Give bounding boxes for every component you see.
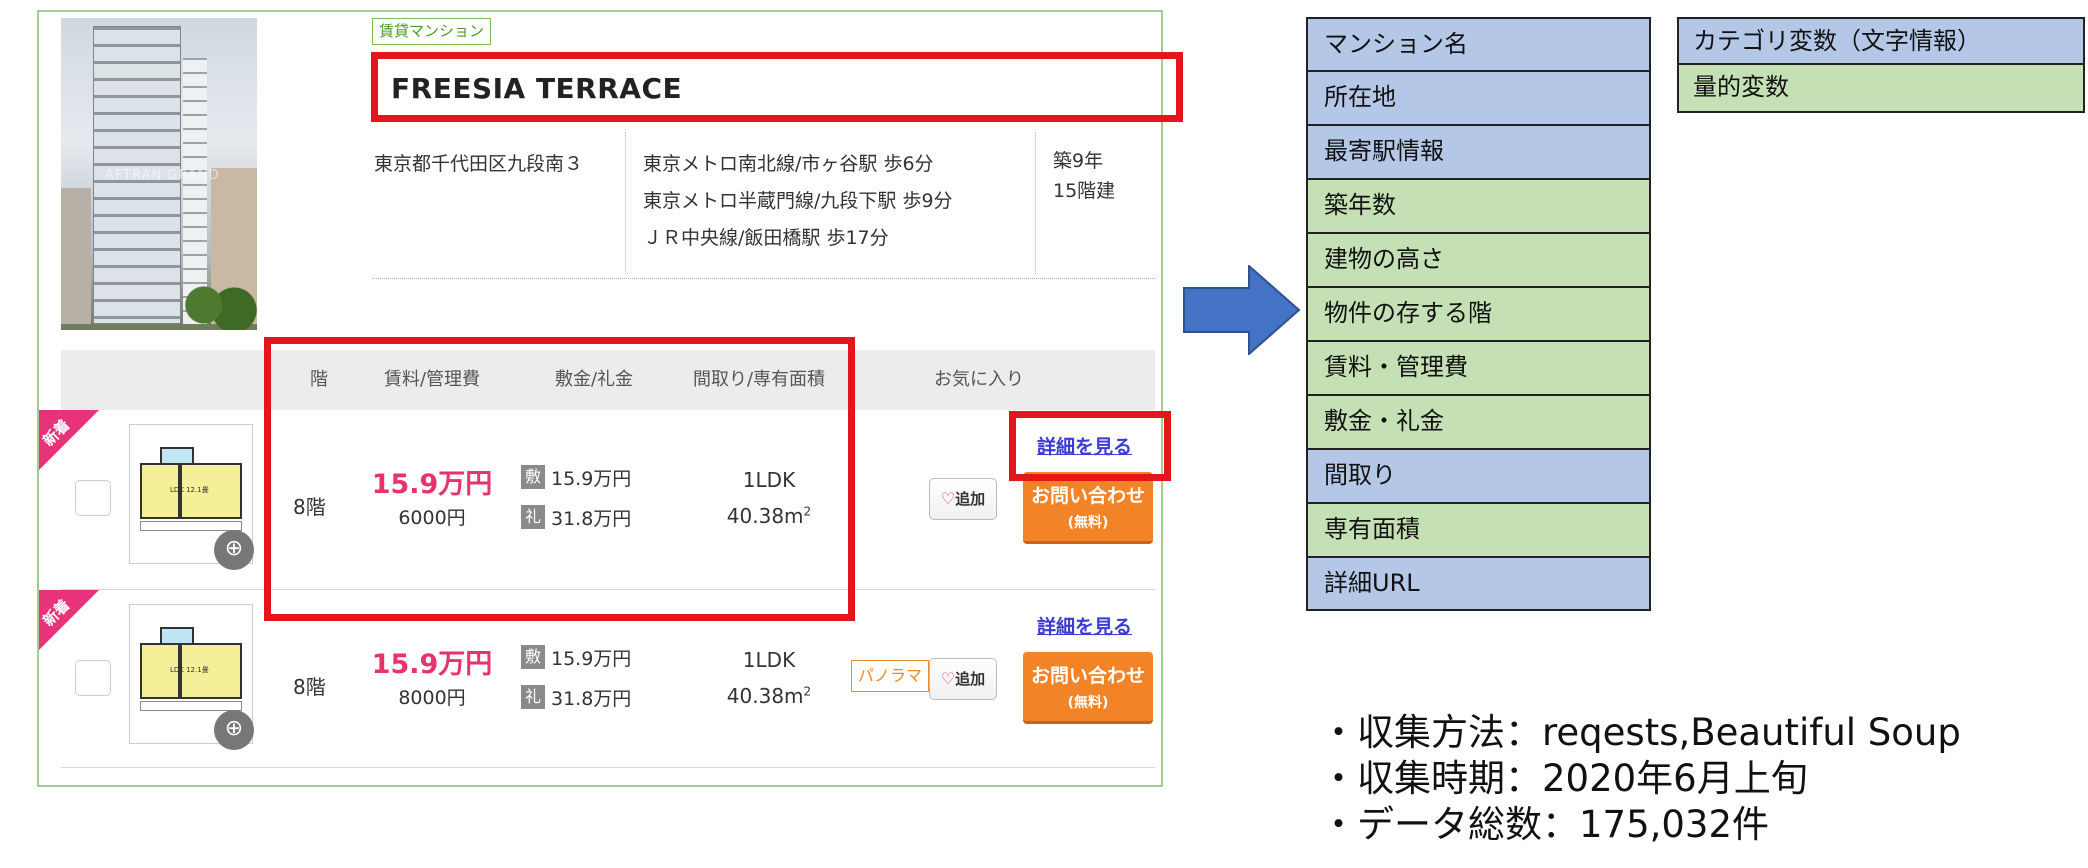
building-age: 築9年	[1053, 150, 1104, 172]
add-favorite-label: 追加	[955, 490, 986, 508]
building-info: 築9年 15階建	[1053, 146, 1115, 206]
add-favorite-button[interactable]: ♡追加	[929, 658, 997, 700]
divider	[372, 278, 1155, 279]
station-info: 東京メトロ南北線/市ヶ谷駅 歩6分	[643, 153, 934, 175]
collection-notes: ・収集方法：reqests,Beautiful Soup ・収集時期：2020年…	[1320, 710, 1961, 848]
layout-value: 1LDK	[742, 648, 796, 672]
add-favorite-label: 追加	[955, 670, 986, 688]
panorama-badge[interactable]: パノラマ	[851, 660, 930, 692]
variable-item: 築年数	[1306, 179, 1651, 233]
variable-item: 建物の高さ	[1306, 233, 1651, 287]
listing-card: AFTRAN GRAND 賃貸マンション FREESIA TERRACE 東京都…	[37, 10, 1183, 787]
contact-button[interactable]: お問い合わせ (無料)	[1023, 472, 1153, 544]
legend-categorical: カテゴリ変数（文字情報）	[1677, 17, 2085, 65]
floor-plan-label: LDK 12.1畳	[170, 486, 209, 494]
zoom-icon[interactable]: ⊕	[214, 530, 254, 570]
floor-plan-label: LDK 12.1畳	[170, 666, 209, 674]
divider	[1035, 132, 1036, 274]
station-info: ＪＲ中央線/飯田橋駅 歩17分	[643, 227, 889, 249]
detail-link[interactable]: 詳細を見る	[1037, 612, 1132, 639]
mgmt-fee-value: 8000円	[398, 687, 466, 709]
variable-item: 賃料・管理費	[1306, 341, 1651, 395]
divider	[625, 132, 626, 274]
note-period: ・収集時期：2020年6月上旬	[1320, 757, 1808, 800]
note-method: ・収集方法：reqests,Beautiful Soup	[1320, 711, 1961, 754]
floor-value: 8階	[293, 675, 326, 699]
right-arrow-icon	[1183, 265, 1301, 355]
col-header-favorite: お気に入り	[934, 369, 1024, 390]
address: 東京都千代田区九段南３	[374, 153, 584, 175]
add-favorite-button[interactable]: ♡追加	[929, 478, 997, 520]
highlight-box-detail-link	[1009, 411, 1171, 481]
heart-icon: ♡	[940, 489, 956, 508]
variable-list: マンション名 所在地 最寄駅情報 築年数 建物の高さ 物件の存する階 賃料・管理…	[1306, 17, 1651, 611]
variable-item: 詳細URL	[1306, 557, 1651, 611]
deposit-icon: 敷	[521, 645, 545, 669]
rent-value: 15.9万円	[371, 649, 493, 680]
contact-button[interactable]: お問い合わせ (無料)	[1023, 652, 1153, 724]
variable-item: 物件の存する階	[1306, 287, 1651, 341]
variable-item: 専有面積	[1306, 503, 1651, 557]
new-badge: 新着	[39, 410, 99, 470]
legend: カテゴリ変数（文字情報） 量的変数	[1677, 17, 2085, 113]
highlight-box-name	[371, 52, 1183, 122]
building-height: 15階建	[1053, 180, 1116, 202]
photo-watermark: AFTRAN GRAND	[105, 168, 220, 183]
legend-quantitative: 量的変数	[1677, 65, 2085, 113]
variable-item: 所在地	[1306, 71, 1651, 125]
variable-item: 間取り	[1306, 449, 1651, 503]
building-photo[interactable]: AFTRAN GRAND	[61, 18, 257, 330]
row-divider	[61, 767, 1155, 768]
note-total: ・データ総数：175,032件	[1320, 803, 1770, 846]
variable-item: 敷金・礼金	[1306, 395, 1651, 449]
new-badge: 新着	[39, 590, 99, 650]
heart-icon: ♡	[940, 669, 956, 688]
variable-item: マンション名	[1306, 17, 1651, 71]
property-type-badge: 賃貸マンション	[372, 18, 492, 45]
key-money-icon: 礼	[521, 685, 545, 709]
deposit-value: 15.9万円	[551, 648, 632, 670]
area-value: 40.38m2	[726, 684, 812, 708]
select-checkbox[interactable]	[75, 480, 111, 516]
key-money-value: 31.8万円	[551, 688, 632, 710]
zoom-icon[interactable]: ⊕	[214, 710, 254, 750]
variable-item: 最寄駅情報	[1306, 125, 1651, 179]
station-info: 東京メトロ半蔵門線/九段下駅 歩9分	[643, 190, 953, 212]
select-checkbox[interactable]	[75, 660, 111, 696]
highlight-box-columns	[264, 337, 855, 621]
station-list: 東京メトロ南北線/市ヶ谷駅 歩6分 東京メトロ半蔵門線/九段下駅 歩9分 ＪＲ中…	[643, 146, 953, 257]
